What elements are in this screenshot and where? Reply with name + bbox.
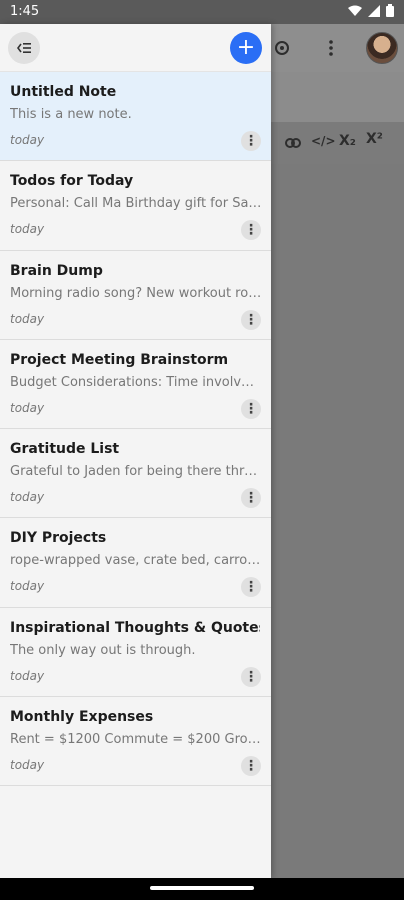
plus-icon: + bbox=[236, 35, 256, 60]
note-menu-button[interactable]: ⋮ bbox=[241, 131, 261, 151]
note-title: DIY Projects bbox=[10, 530, 107, 547]
battery-icon bbox=[386, 4, 394, 17]
more-vert-icon[interactable] bbox=[327, 39, 335, 57]
wifi-icon bbox=[348, 5, 362, 16]
code-icon[interactable]: </> bbox=[311, 134, 336, 148]
note-menu-button[interactable]: ⋮ bbox=[241, 756, 261, 777]
navigation-bar bbox=[0, 878, 404, 900]
note-date: today bbox=[10, 311, 45, 326]
subscript-icon[interactable]: X₂ bbox=[339, 133, 356, 149]
note-title: Todos for Today bbox=[10, 173, 134, 190]
note-item[interactable]: Inspirational Thoughts & Quotes The only… bbox=[0, 607, 271, 698]
note-title: Inspirational Thoughts & Quotes bbox=[10, 619, 260, 636]
note-item[interactable]: Untitled Note This is a new note. today … bbox=[0, 72, 271, 162]
note-date: today bbox=[10, 579, 45, 594]
note-title: Untitled Note bbox=[10, 84, 117, 100]
drawer-header: + bbox=[0, 24, 271, 72]
note-menu-button[interactable]: ⋮ bbox=[241, 666, 261, 687]
note-menu-button[interactable]: ⋮ bbox=[241, 309, 261, 330]
note-menu-button[interactable]: ⋮ bbox=[241, 488, 261, 509]
settings-icon[interactable] bbox=[273, 39, 291, 57]
add-note-button[interactable]: + bbox=[230, 32, 262, 64]
note-preview: Grateful to Jaden for being there thro… bbox=[10, 464, 262, 480]
note-menu-button[interactable]: ⋮ bbox=[241, 577, 261, 598]
status-icons bbox=[348, 4, 394, 17]
note-list: Untitled Note This is a new note. today … bbox=[0, 72, 271, 787]
note-preview: Personal: Call Ma Birthday gift for Sara… bbox=[10, 196, 262, 212]
status-bar: 1:45 bbox=[0, 0, 404, 24]
note-preview: The only way out is through. bbox=[10, 642, 196, 658]
note-item[interactable]: Todos for Today Personal: Call Ma Birthd… bbox=[0, 161, 271, 251]
note-date: today bbox=[10, 222, 45, 237]
notes-drawer: + Untitled Note This is a new note. toda… bbox=[0, 24, 271, 878]
note-date: today bbox=[10, 758, 45, 773]
note-menu-button[interactable]: ⋮ bbox=[241, 398, 261, 419]
note-item[interactable]: Monthly Expenses Rent = $1200 Commute = … bbox=[0, 697, 271, 787]
note-date: today bbox=[10, 668, 45, 683]
collapse-list-icon bbox=[17, 43, 31, 53]
note-item[interactable]: Project Meeting Brainstorm Budget Consid… bbox=[0, 339, 271, 430]
collapse-drawer-button[interactable] bbox=[8, 32, 40, 64]
link-icon[interactable] bbox=[285, 135, 301, 151]
note-preview: Morning radio song? New workout ro… bbox=[10, 285, 262, 301]
note-title: Monthly Expenses bbox=[10, 709, 154, 726]
note-preview: This is a new note. bbox=[10, 107, 132, 122]
note-preview: Budget Considerations: Time involved … bbox=[10, 374, 262, 390]
note-preview: Rent = $1200 Commute = $200 Groce… bbox=[10, 732, 262, 748]
note-title: Gratitude List bbox=[10, 441, 120, 458]
signal-icon bbox=[368, 4, 380, 17]
note-item[interactable]: Gratitude List Grateful to Jaden for bei… bbox=[0, 429, 271, 519]
note-date: today bbox=[10, 490, 45, 505]
note-item[interactable]: Brain Dump Morning radio song? New worko… bbox=[0, 250, 271, 340]
note-date: today bbox=[10, 400, 45, 415]
superscript-icon[interactable]: X² bbox=[366, 131, 383, 147]
note-title: Project Meeting Brainstorm bbox=[10, 351, 229, 368]
home-gesture-handle[interactable] bbox=[150, 886, 254, 890]
note-preview: rope-wrapped vase, crate bed, carrot j… bbox=[10, 553, 262, 569]
note-menu-button[interactable]: ⋮ bbox=[241, 220, 261, 241]
note-date: today bbox=[10, 133, 45, 147]
note-item[interactable]: DIY Projects rope-wrapped vase, crate be… bbox=[0, 518, 271, 608]
note-title: Brain Dump bbox=[10, 262, 103, 279]
status-time: 1:45 bbox=[10, 4, 40, 19]
avatar[interactable] bbox=[366, 32, 398, 64]
